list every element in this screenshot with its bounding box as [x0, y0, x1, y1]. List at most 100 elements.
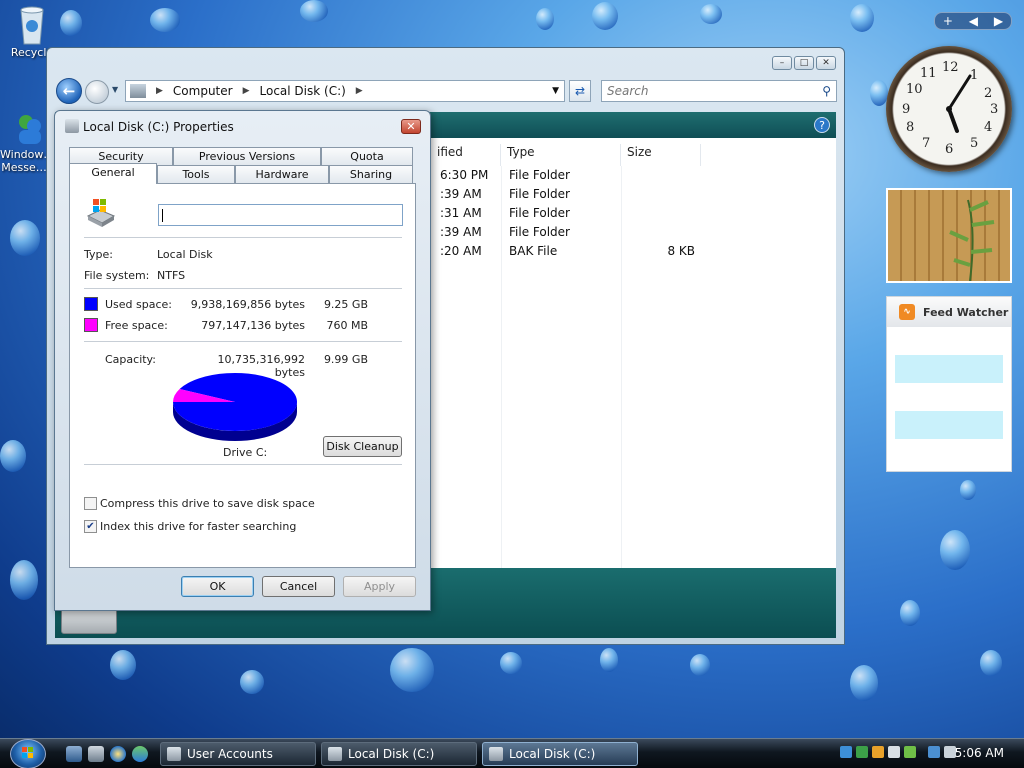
start-button[interactable]	[10, 739, 46, 768]
water-drop	[500, 652, 522, 674]
breadcrumb-separator-icon[interactable]: ▶	[356, 86, 363, 96]
apply-button[interactable]: Apply	[343, 576, 416, 597]
clock-gadget[interactable]: 12 1 2 3 4 5 6 7 8 9 10 11	[886, 46, 1012, 172]
task-label: Local Disk (C:) Prop…	[509, 747, 596, 761]
compress-drive-checkbox[interactable]	[84, 497, 97, 510]
recent-pages-dropdown[interactable]: ▼	[112, 85, 118, 94]
tab-hardware[interactable]: Hardware	[235, 165, 329, 183]
type-label: Type:	[84, 248, 113, 261]
close-icon[interactable]: ✕	[816, 56, 836, 70]
free-space-size: 760 MB	[326, 319, 368, 332]
disk-cleanup-button[interactable]: Disk Cleanup	[323, 436, 402, 457]
slideshow-gadget[interactable]	[886, 188, 1012, 283]
capacity-label: Capacity:	[105, 353, 156, 366]
breadcrumb-separator-icon[interactable]: ▶	[243, 86, 250, 96]
show-desktop-icon[interactable]	[66, 746, 82, 762]
water-drop	[690, 654, 710, 676]
ok-button[interactable]: OK	[181, 576, 254, 597]
tab-sharing[interactable]: Sharing	[329, 165, 413, 183]
drive-name-input[interactable]	[158, 204, 403, 226]
file-modified: :39 AM	[440, 225, 482, 239]
file-type: File Folder	[509, 187, 570, 201]
taskbar-button-user-accounts[interactable]: User Accounts	[160, 742, 316, 766]
feed-header: ∿ Feed Watcher	[887, 297, 1011, 327]
file-system-label: File system:	[84, 269, 150, 282]
address-dropdown-icon[interactable]: ▼	[552, 86, 559, 96]
windows-logo-icon	[22, 747, 33, 758]
free-space-color-swatch	[84, 318, 98, 332]
search-placeholder: Search	[607, 84, 649, 98]
divider	[84, 237, 402, 238]
breadcrumb-separator-icon[interactable]: ▶	[156, 86, 163, 96]
forward-button[interactable]	[85, 80, 109, 104]
water-drop	[10, 220, 40, 256]
navigation-bar: ← ▼ ▶ Computer ▶ Local Disk (C:) ▶ ▼ ⇄ S…	[55, 76, 837, 106]
close-icon[interactable]: ✕	[401, 119, 421, 134]
security-shield-icon[interactable]	[872, 746, 884, 758]
taskbar-button-properties[interactable]: Local Disk (C:) Prop…	[482, 742, 638, 766]
file-type: File Folder	[509, 168, 570, 182]
properties-dialog[interactable]: Local Disk (C:) Properties ✕ Security Pr…	[54, 110, 431, 611]
maximize-icon[interactable]: □	[794, 56, 814, 70]
file-modified: :39 AM	[440, 187, 482, 201]
windows-messenger-icon	[13, 112, 47, 146]
column-header-date-modified[interactable]: ified	[431, 144, 501, 166]
network-connection-icon[interactable]	[928, 746, 940, 758]
help-icon[interactable]: ?	[814, 117, 830, 133]
tab-previous-versions[interactable]: Previous Versions	[173, 147, 321, 165]
previous-icon[interactable]: ◀	[969, 14, 978, 28]
computer-icon	[130, 84, 146, 98]
bamboo-photo	[949, 199, 995, 282]
next-icon[interactable]: ▶	[994, 14, 1003, 28]
cancel-button[interactable]: Cancel	[262, 576, 335, 597]
index-drive-checkbox[interactable]: ✔	[84, 520, 97, 533]
breadcrumb-local-disk[interactable]: Local Disk (C:)	[260, 84, 346, 98]
address-bar[interactable]: ▶ Computer ▶ Local Disk (C:) ▶ ▼	[125, 80, 565, 102]
sidebar-controls: + ◀ ▶	[934, 12, 1012, 30]
free-space-bytes: 797,147,136 bytes	[201, 319, 305, 332]
drive-letter-label: Drive C:	[223, 446, 268, 459]
breadcrumb-computer[interactable]: Computer	[173, 84, 233, 98]
file-modified: :20 AM	[440, 244, 482, 258]
tab-tools[interactable]: Tools	[157, 165, 235, 183]
water-drop	[850, 665, 878, 701]
water-drop	[940, 530, 970, 570]
drive-icon	[328, 747, 342, 761]
feed-item[interactable]	[895, 383, 1003, 411]
internet-explorer-icon[interactable]	[110, 746, 126, 762]
index-drive-label[interactable]: Index this drive for faster searching	[100, 520, 296, 533]
feed-watcher-gadget[interactable]: ∿ Feed Watcher	[886, 296, 1012, 472]
file-type: File Folder	[509, 206, 570, 220]
file-type: File Folder	[509, 225, 570, 239]
file-modified: 6:30 PM	[440, 168, 489, 182]
feed-item[interactable]	[895, 327, 1003, 355]
water-drop	[240, 670, 264, 694]
compress-drive-label[interactable]: Compress this drive to save disk space	[100, 497, 315, 510]
search-input[interactable]: Search ⚲	[601, 80, 837, 102]
messenger-icon[interactable]	[132, 746, 148, 762]
column-header-size[interactable]: Size	[621, 144, 701, 166]
search-icon[interactable]: ⚲	[822, 81, 831, 101]
caption-buttons: – □ ✕	[772, 56, 836, 70]
update-icon[interactable]	[904, 746, 916, 758]
minimize-icon[interactable]: –	[772, 56, 792, 70]
feed-item[interactable]	[895, 355, 1003, 383]
drive-large-icon	[84, 196, 116, 228]
tab-general[interactable]: General	[69, 163, 157, 184]
switch-windows-icon[interactable]	[88, 746, 104, 762]
taskbar-button-local-disk[interactable]: Local Disk (C:)	[321, 742, 477, 766]
system-clock[interactable]: 5:06 AM	[955, 746, 1004, 760]
desktop-icon-label: Window… Messe…	[0, 148, 55, 174]
tab-quota[interactable]: Quota	[321, 147, 413, 165]
safely-remove-icon[interactable]	[888, 746, 900, 758]
back-button[interactable]: ←	[56, 78, 82, 104]
clock-center	[946, 106, 952, 112]
refresh-button[interactable]: ⇄	[569, 80, 591, 102]
system-tray: 5:06 AM	[836, 742, 1020, 766]
feed-item[interactable]	[895, 411, 1003, 439]
feed-item[interactable]	[895, 439, 1003, 467]
messenger-tray-icon[interactable]	[856, 746, 868, 758]
column-header-type[interactable]: Type	[501, 144, 621, 166]
add-gadget-icon[interactable]: +	[943, 14, 953, 28]
network-icon[interactable]	[840, 746, 852, 758]
